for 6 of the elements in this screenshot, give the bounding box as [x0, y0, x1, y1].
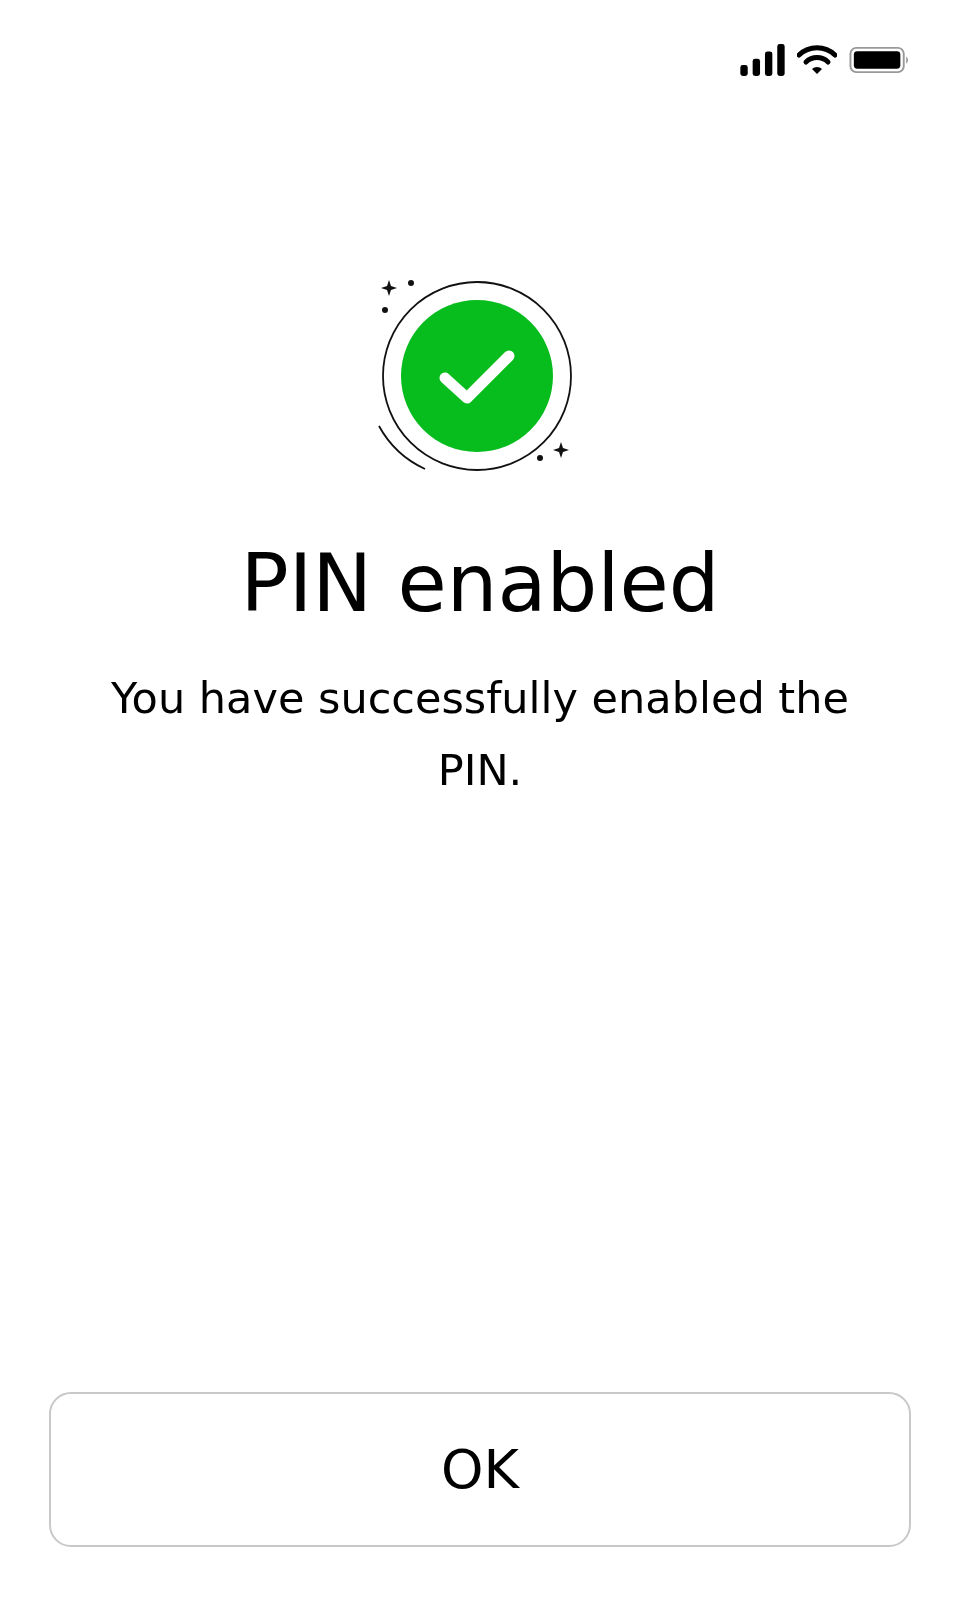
battery-icon	[849, 46, 911, 74]
signal-icon	[740, 44, 785, 76]
ok-button[interactable]: OK	[49, 1392, 911, 1547]
page-title: PIN enabled	[240, 536, 720, 632]
success-message: You have successfully enabled the PIN.	[110, 672, 850, 797]
wifi-icon	[797, 45, 837, 75]
